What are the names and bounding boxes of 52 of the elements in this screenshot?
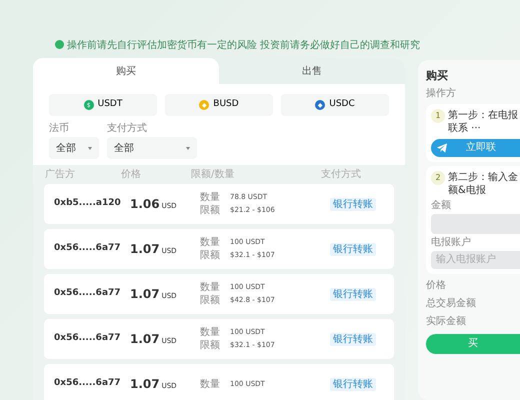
column-header: 价格 <box>121 169 142 181</box>
caret-icon <box>88 146 92 150</box>
payment-tag: 银行转账 <box>330 288 376 300</box>
limit-label: 限额 <box>200 249 221 262</box>
limit-label: 限额 <box>200 339 221 352</box>
notice-text: 操作前请先自行评估加密货币有一定的风险 投资前请务必做好自己的调查和研究 <box>66 40 420 51</box>
price-text: 1.07 <box>130 377 160 391</box>
step-number: 1 <box>431 108 445 122</box>
summary-label: 价格 <box>426 278 447 292</box>
advertiser-text: 0x56.....6a77 <box>54 377 122 390</box>
info-icon <box>54 40 64 49</box>
quantity-label: 数量 <box>200 236 221 249</box>
step-text: 第一步：在电报联系 ··· <box>448 108 519 134</box>
advertiser-text: 0x56.....6a77 <box>54 287 122 300</box>
column-header: 广告方 <box>45 169 76 181</box>
payment-tag: 银行转账 <box>330 332 376 346</box>
price-text: 1.07 <box>130 332 160 346</box>
price-text: 1.06 <box>130 197 160 211</box>
tab[interactable]: 出售 <box>219 58 405 84</box>
filter-label: 支付方式 <box>107 123 148 135</box>
limit-label: 限额 <box>200 294 221 307</box>
quantity-label: 数量 <box>200 378 221 390</box>
panel-title: 购买 <box>426 68 449 84</box>
summary-label: 总交易金额 <box>426 296 477 310</box>
caret-icon <box>186 146 190 150</box>
limit-label: 限额 <box>200 204 221 217</box>
field-label: 电报账户 <box>431 236 472 248</box>
step-number: 2 <box>431 170 445 184</box>
filter-label: 法币 <box>49 123 70 135</box>
price-text: 1.07 <box>130 287 160 301</box>
price-text: 1.07 <box>130 242 160 256</box>
field-label: 金额 <box>431 200 452 212</box>
advertiser-text: 0xb5.....a120 <box>54 197 122 210</box>
quantity-label: 数量 <box>200 326 221 339</box>
filter-select[interactable]: 全部 <box>107 137 197 159</box>
quantity-label: 数量 <box>200 191 221 204</box>
filter-select[interactable]: 全部 <box>49 137 99 159</box>
column-header: 限额/数量 <box>191 169 236 181</box>
amount-field[interactable] <box>431 214 520 234</box>
quantity-label: 数量 <box>200 281 221 294</box>
payment-tag: 银行转账 <box>330 198 376 210</box>
advertiser-text: 0x56.....6a77 <box>54 332 122 346</box>
payment-tag: 银行转账 <box>330 378 376 390</box>
panel-subtitle: 操作方 <box>426 88 457 100</box>
advertiser-text: 0x56.....6a77 <box>54 242 122 256</box>
payment-tag: 银行转账 <box>330 242 376 256</box>
send-icon <box>437 142 448 152</box>
tab[interactable]: 购买 <box>33 58 219 84</box>
summary-label: 实际金额 <box>426 314 467 328</box>
column-header: 支付方式 <box>321 169 362 181</box>
account-field[interactable]: 输入电报账户 <box>431 250 520 268</box>
step-text: 第二步：输入金额&电报 <box>448 170 519 196</box>
